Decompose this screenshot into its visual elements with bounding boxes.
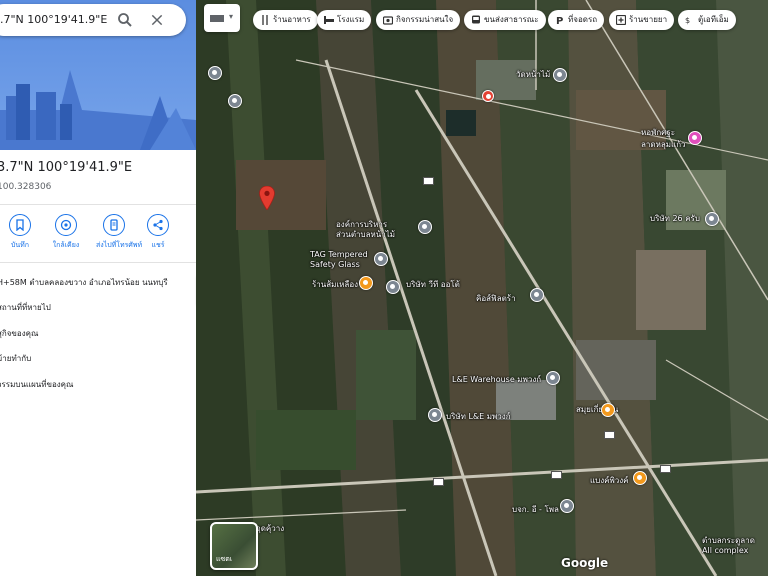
- search-icon[interactable]: [116, 11, 134, 29]
- map-place-pin[interactable]: [546, 371, 560, 385]
- chip-label: ตู้เอทีเอ็ม: [698, 15, 729, 24]
- divider: [0, 262, 196, 263]
- map-place-pin[interactable]: [208, 66, 222, 80]
- chip-parking[interactable]: P ที่จอดรถ: [548, 10, 605, 30]
- map-place-pin[interactable]: [482, 90, 494, 102]
- chip-attractions[interactable]: กิจกรรมน่าสนใจ: [376, 10, 461, 30]
- map-label[interactable]: คิอส์ฟิลตร้า: [476, 292, 516, 305]
- road-shield: [423, 177, 434, 185]
- info-item-missing-place[interactable]: สถานที่ที่หายไป: [0, 301, 51, 314]
- map-place-pin[interactable]: [560, 499, 574, 513]
- map-place-pin[interactable]: [418, 220, 432, 234]
- map-place-pin[interactable]: [386, 280, 400, 294]
- dropped-location-pin-icon[interactable]: [259, 186, 275, 210]
- chip-label: ขนส่งสาธารณะ: [484, 15, 539, 24]
- map-place-pin[interactable]: [633, 471, 647, 485]
- info-item-your-map[interactable]: วรรมบนแผนที่ของคุณ: [0, 378, 73, 391]
- parking-icon: P: [556, 16, 563, 25]
- road-shield: [604, 431, 615, 439]
- bed-icon: [324, 16, 334, 24]
- chip-hotels[interactable]: โรงแรม: [317, 10, 372, 30]
- fork-knife-icon: [262, 15, 268, 25]
- layers-icon: [210, 15, 224, 22]
- map-place-pin[interactable]: [374, 252, 388, 266]
- side-panel: .7"N 100°19'41.9"E 3.7"N 100°19'41.9"E 1…: [0, 0, 196, 576]
- chip-label: กิจกรรมน่าสนใจ: [396, 15, 454, 24]
- chip-label: ที่จอดรถ: [568, 15, 598, 24]
- map-label[interactable]: All complex: [702, 546, 748, 555]
- layers-thumbnail-button[interactable]: แซตเ: [210, 522, 258, 570]
- map-place-pin[interactable]: [428, 408, 442, 422]
- nearby-icon: [60, 219, 72, 231]
- road-shield: [660, 465, 671, 473]
- chip-transit[interactable]: ขนส่งสาธารณะ: [464, 10, 546, 30]
- map-label[interactable]: จุดคุ้วาง: [256, 522, 284, 535]
- map-label[interactable]: ร้านส้มเหลือง: [312, 278, 358, 291]
- map-label[interactable]: บจก. อี - โพล: [512, 503, 559, 516]
- map-type-button[interactable]: ▾: [204, 4, 240, 32]
- camera-icon: [383, 16, 393, 25]
- map-place-pin[interactable]: [553, 68, 567, 82]
- close-icon[interactable]: [149, 12, 165, 28]
- chip-label: ร้านขายยา: [629, 15, 668, 24]
- map-label[interactable]: L&E Warehouse มพวงก์: [452, 373, 541, 386]
- chip-atms[interactable]: $ ตู้เอทีเอ็ม: [678, 10, 736, 30]
- send-to-phone-button[interactable]: ส่งไปที่โทรศัพท์: [96, 214, 143, 251]
- svg-text:$: $: [685, 16, 690, 25]
- chip-pharmacies[interactable]: ร้านขายยา: [609, 10, 675, 30]
- place-hero-image: .7"N 100°19'41.9"E: [0, 0, 196, 150]
- share-label: แชร์: [151, 241, 165, 249]
- chip-label: ร้านอาหาร: [273, 15, 311, 24]
- place-title: 3.7"N 100°19'41.9"E: [0, 160, 133, 175]
- map-label[interactable]: บริษัท L&E มพวงก์: [446, 410, 511, 423]
- chip-restaurants[interactable]: ร้านอาหาร: [253, 10, 318, 30]
- road-shield: [433, 478, 444, 486]
- map-label[interactable]: วัดหน้าไม้: [516, 68, 550, 81]
- map-place-pin[interactable]: [530, 288, 544, 302]
- map-place-pin[interactable]: [705, 212, 719, 226]
- map-place-pin[interactable]: [228, 94, 242, 108]
- info-item-your-business[interactable]: สุกิจของคุณ: [0, 327, 38, 340]
- map-label[interactable]: TAG Tempered: [310, 250, 368, 259]
- chip-label: โรงแรม: [337, 15, 365, 24]
- save-label: บันทึก: [10, 241, 30, 249]
- svg-text:P: P: [556, 16, 563, 25]
- info-item-label[interactable]: ม้ายทำกับ: [0, 352, 31, 365]
- save-button[interactable]: บันทึก: [2, 214, 38, 251]
- map-place-pin[interactable]: [359, 276, 373, 290]
- map-place-pin[interactable]: [688, 131, 702, 145]
- share-button[interactable]: แชร์: [140, 214, 176, 251]
- bus-icon: [472, 15, 480, 24]
- send-to-phone-icon: [110, 219, 118, 231]
- map-label[interactable]: แบงค์พิวงค์: [590, 474, 629, 487]
- map-label[interactable]: บริษัท วีที ออโต้: [406, 278, 460, 291]
- satellite-map[interactable]: วัดหน้าไม้ หอพักศฐะ ลาดหลุมแก้ว องค์การบ…: [196, 0, 768, 576]
- pharmacy-icon: [616, 15, 626, 25]
- plus-code-row[interactable]: H+58M ตำบลคลองขวาง อำเภอไทรน้อย นนทบุรี: [0, 276, 168, 289]
- search-box[interactable]: .7"N 100°19'41.9"E: [0, 4, 186, 36]
- share-icon: [153, 219, 163, 231]
- map-label[interactable]: ตำบลกระดูลาด: [702, 534, 755, 547]
- atm-icon: $: [685, 16, 690, 25]
- map-label[interactable]: บริษัท 26 ครับ: [650, 212, 700, 225]
- google-logo: Google: [561, 556, 609, 570]
- layers-label: แซตเ: [216, 555, 233, 563]
- map-label[interactable]: ส่วนตำบลหน้าไม้: [336, 228, 395, 241]
- chevron-down-icon: ▾: [229, 12, 234, 21]
- map-label[interactable]: Safety Glass: [310, 260, 360, 269]
- divider: [0, 204, 196, 205]
- nearby-button[interactable]: ใกล้เคียง: [48, 214, 84, 251]
- map-label[interactable]: ลาดหลุมแก้ว: [641, 138, 686, 151]
- nearby-label: ใกล้เคียง: [52, 241, 80, 249]
- place-decimal-coords: 100.328306: [0, 182, 52, 192]
- satellite-imagery: [196, 0, 768, 576]
- search-input[interactable]: .7"N 100°19'41.9"E: [0, 13, 107, 26]
- bookmark-icon: [16, 219, 24, 231]
- map-place-pin[interactable]: [601, 403, 615, 417]
- send-to-phone-label: ส่งไปที่โทรศัพท์: [96, 241, 143, 249]
- road-shield: [551, 471, 562, 479]
